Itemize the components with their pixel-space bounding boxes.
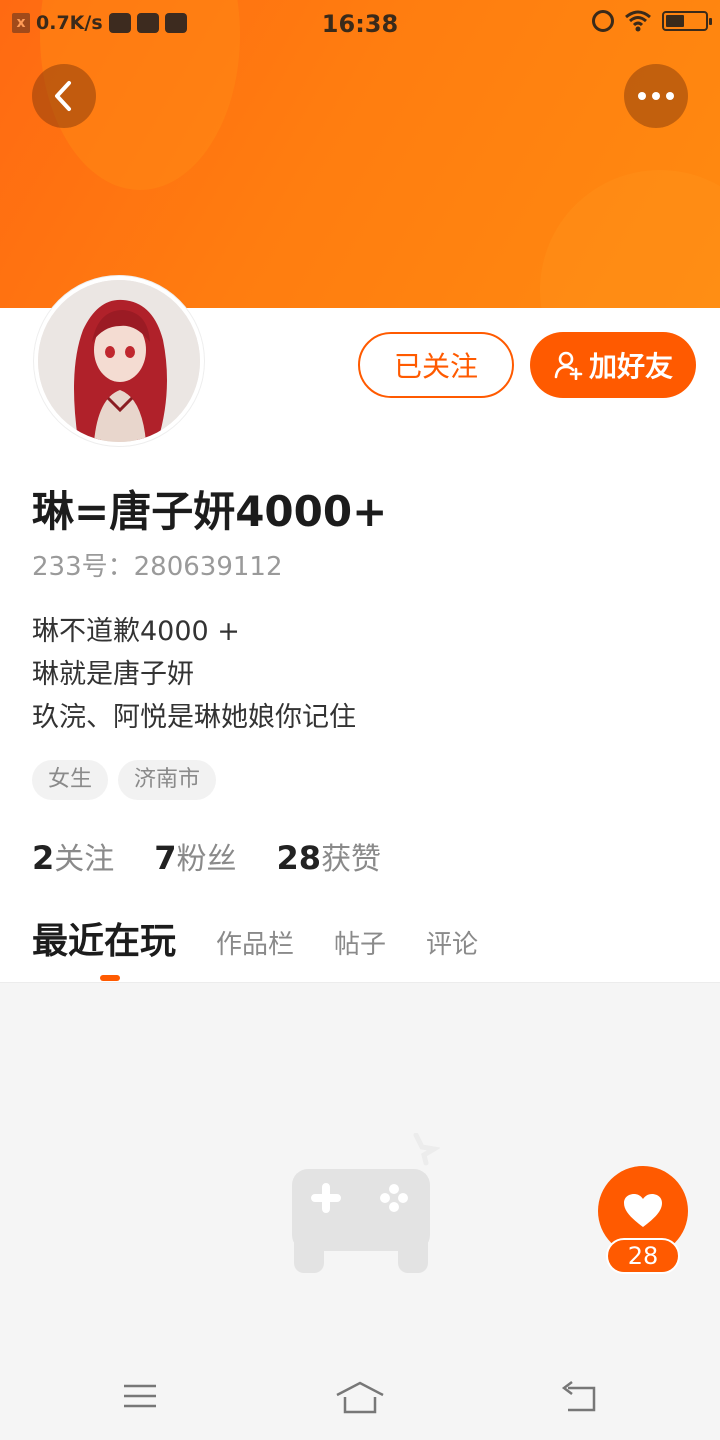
- bio-line: 琳就是唐子妍: [32, 659, 194, 690]
- tag-gender: 女生: [32, 760, 109, 800]
- like-count-badge: 28: [606, 1238, 680, 1274]
- stat-followers[interactable]: 7粉丝: [154, 834, 236, 878]
- avatar[interactable]: [34, 276, 204, 446]
- stat-likes[interactable]: 28获赞: [277, 834, 382, 878]
- stat-label: 获赞: [321, 842, 382, 877]
- stat-label: 粉丝: [176, 842, 237, 877]
- tab-posts[interactable]: 帖子: [334, 924, 386, 961]
- avatar-image: [38, 280, 200, 442]
- stat-value: 2: [32, 839, 55, 877]
- status-bar: x 0.7K/s 16:38: [0, 0, 720, 50]
- stat-value: 28: [276, 839, 322, 877]
- bio: 琳不道歉4000 + 琳就是唐子妍 玖浣、阿悦是琳她娘你记住: [32, 610, 356, 739]
- more-button[interactable]: [624, 64, 688, 128]
- bio-line: 琳不道歉4000 +: [32, 616, 240, 647]
- home-icon[interactable]: [334, 1380, 386, 1416]
- system-nav-bar: [0, 1362, 720, 1440]
- profile-tabs: 最近在玩 作品栏 帖子 评论: [32, 912, 478, 964]
- add-friend-label: 加好友: [588, 350, 673, 383]
- stat-value: 7: [154, 839, 177, 877]
- battery-icon: [662, 11, 712, 31]
- back-icon[interactable]: [560, 1380, 600, 1416]
- user-id: 233号：280639112: [32, 552, 283, 582]
- more-dots-icon: [638, 92, 674, 100]
- back-button[interactable]: [32, 64, 96, 128]
- stat-label: 关注: [54, 842, 115, 877]
- tag-city: 济南市: [118, 760, 217, 800]
- wifi-icon: [625, 10, 651, 32]
- menu-icon[interactable]: [122, 1380, 158, 1412]
- profile-stats: 2关注 7粉丝 28获赞: [32, 834, 381, 878]
- gamepad-icon: [292, 1133, 440, 1273]
- followed-label: 已关注: [393, 350, 478, 383]
- tab-content-empty-state: [0, 982, 720, 1363]
- active-tab-indicator: [100, 975, 120, 981]
- tab-comments[interactable]: 评论: [426, 924, 478, 961]
- chevron-left-icon: [55, 81, 71, 111]
- followed-button[interactable]: 已关注: [358, 332, 514, 398]
- add-user-icon: [554, 351, 583, 380]
- bio-line: 玖浣、阿悦是琳她娘你记住: [32, 702, 356, 733]
- tab-works[interactable]: 作品栏: [216, 924, 294, 961]
- tab-recent-play[interactable]: 最近在玩: [32, 912, 176, 964]
- stat-following[interactable]: 2关注: [32, 834, 114, 878]
- heart-icon: [624, 1194, 662, 1227]
- username: 琳=唐子妍4000+: [32, 487, 388, 536]
- alarm-icon: [592, 10, 614, 32]
- profile-tags: 女生 济南市: [32, 760, 217, 800]
- add-friend-button[interactable]: 加好友: [530, 332, 696, 398]
